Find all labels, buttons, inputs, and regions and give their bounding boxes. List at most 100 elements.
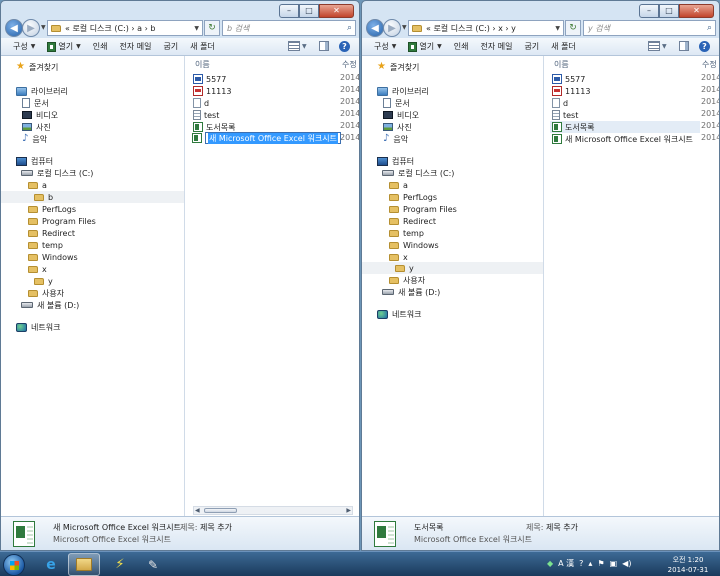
- nav-network[interactable]: 네트워크: [377, 308, 421, 320]
- close-button[interactable]: ✕: [679, 4, 714, 18]
- scroll-left-icon[interactable]: ◀: [195, 507, 200, 514]
- nav-documents[interactable]: 문서: [22, 97, 49, 109]
- nav-folder-temp[interactable]: temp: [28, 239, 63, 251]
- back-button[interactable]: ◀: [5, 19, 23, 37]
- details-title[interactable]: 제목: 제목 추가: [180, 522, 232, 533]
- nav-folder-redirect[interactable]: Redirect: [389, 215, 436, 227]
- nav-new-volume[interactable]: 새 볼륨 (D:): [382, 286, 440, 298]
- address-dropdown-icon[interactable]: ▼: [194, 25, 199, 32]
- taskbar-internet-explorer[interactable]: e: [35, 553, 67, 576]
- volume-icon[interactable]: ◀): [622, 559, 631, 568]
- nav-network[interactable]: 네트워크: [16, 321, 60, 333]
- nav-folder-x[interactable]: x: [28, 263, 47, 275]
- file-row-d[interactable]: d: [193, 97, 209, 109]
- nav-computer[interactable]: 컴퓨터: [16, 155, 53, 167]
- nav-libraries[interactable]: 라이브러리: [377, 85, 429, 97]
- minimize-button[interactable]: –: [279, 4, 299, 18]
- nav-computer[interactable]: 컴퓨터: [377, 155, 414, 167]
- help-button[interactable]: ?: [339, 41, 350, 52]
- print-button[interactable]: 인쇄: [93, 41, 108, 52]
- nav-folder-users[interactable]: 사용자: [28, 287, 64, 299]
- organize-button[interactable]: 구성 ▼: [374, 41, 396, 52]
- search-input[interactable]: y 검색 ⌕: [583, 20, 716, 36]
- taskbar-clock[interactable]: 오전 1:20 2014-07-31: [660, 555, 716, 575]
- column-name[interactable]: 이름: [554, 59, 569, 70]
- nav-folder-users[interactable]: 사용자: [389, 274, 425, 286]
- nav-new-volume[interactable]: 새 볼륨 (D:): [21, 299, 79, 311]
- close-button[interactable]: ✕: [319, 4, 354, 18]
- file-row-new-excel-renaming[interactable]: 새 Microsoft Office Excel 워크시트: [192, 132, 341, 144]
- flag-icon[interactable]: ⚑: [597, 559, 604, 568]
- new-folder-button[interactable]: 새 폴더: [190, 41, 215, 52]
- nav-music[interactable]: ♪ 음악: [22, 133, 47, 145]
- details-title[interactable]: 제목: 제목 추가: [526, 522, 578, 533]
- search-icon[interactable]: ⌕: [347, 23, 352, 33]
- nav-videos[interactable]: 비디오: [22, 109, 58, 121]
- nav-folder-a[interactable]: a: [389, 179, 408, 191]
- taskbar-app-paint[interactable]: ✎: [137, 553, 169, 576]
- nav-favorites[interactable]: ★ 즐겨찾기: [377, 61, 419, 73]
- search-input[interactable]: b 검색 ⌕: [222, 20, 356, 36]
- nav-folder-windows[interactable]: Windows: [28, 251, 78, 263]
- back-button[interactable]: ◀: [366, 19, 384, 37]
- organize-button[interactable]: 구성 ▼: [13, 41, 35, 52]
- nav-folder-a[interactable]: a: [28, 179, 47, 191]
- minimize-button[interactable]: –: [639, 4, 659, 18]
- start-button[interactable]: [3, 554, 25, 576]
- file-row-11113[interactable]: 11113: [193, 85, 231, 97]
- view-options-button[interactable]: ▼: [648, 41, 667, 51]
- nav-folder-program-files[interactable]: Program Files: [28, 215, 96, 227]
- preview-pane-button[interactable]: [679, 41, 689, 51]
- file-row-5577[interactable]: 5577: [552, 73, 585, 85]
- file-row-d[interactable]: d: [552, 97, 568, 109]
- nav-folder-windows[interactable]: Windows: [389, 239, 439, 251]
- nav-music[interactable]: ♪ 음악: [383, 133, 408, 145]
- email-button[interactable]: 전자 메일: [119, 41, 151, 52]
- file-row-test[interactable]: test: [193, 109, 219, 121]
- address-dropdown-icon[interactable]: ▼: [555, 25, 560, 32]
- scroll-thumb[interactable]: [204, 508, 237, 513]
- burn-button[interactable]: 굽기: [524, 41, 539, 52]
- nav-folder-perflogs[interactable]: PerfLogs: [28, 203, 76, 215]
- burn-button[interactable]: 굽기: [163, 41, 178, 52]
- breadcrumb[interactable]: « 로컬 디스크 (C:) › x › y: [426, 23, 516, 34]
- recent-pages-dropdown-icon[interactable]: ▼: [402, 24, 407, 31]
- address-bar[interactable]: « 로컬 디스크 (C:) › a › b ▼: [47, 20, 203, 36]
- horizontal-scrollbar[interactable]: ◀ ▶: [193, 506, 353, 515]
- column-modified[interactable]: 수정: [702, 59, 717, 70]
- nav-folder-b[interactable]: b: [1, 191, 184, 203]
- nav-folder-program-files[interactable]: Program Files: [389, 203, 457, 215]
- help-icon[interactable]: ?: [579, 559, 583, 568]
- help-button[interactable]: ?: [699, 41, 710, 52]
- nav-folder-redirect[interactable]: Redirect: [28, 227, 75, 239]
- taskbar-app-tool[interactable]: ⚡: [104, 553, 136, 576]
- forward-button[interactable]: ▶: [383, 19, 401, 37]
- nav-videos[interactable]: 비디오: [383, 109, 419, 121]
- search-icon[interactable]: ⌕: [707, 23, 712, 33]
- open-button[interactable]: 열기 ▼: [408, 41, 442, 52]
- file-row-new-excel[interactable]: 새 Microsoft Office Excel 워크시트: [552, 133, 693, 145]
- nav-libraries[interactable]: 라이브러리: [16, 85, 68, 97]
- ime-indicator[interactable]: A 漢: [558, 558, 574, 569]
- refresh-button[interactable]: ↻: [204, 20, 220, 36]
- column-name[interactable]: 이름: [195, 59, 210, 70]
- network-tray-icon[interactable]: ▣: [610, 559, 618, 568]
- nav-pictures[interactable]: 사진: [383, 121, 412, 133]
- nav-folder-temp[interactable]: temp: [389, 227, 424, 239]
- nav-folder-perflogs[interactable]: PerfLogs: [389, 191, 437, 203]
- address-bar[interactable]: « 로컬 디스크 (C:) › x › y ▼: [408, 20, 564, 36]
- print-button[interactable]: 인쇄: [454, 41, 469, 52]
- maximize-button[interactable]: □: [299, 4, 319, 18]
- file-row-test[interactable]: test: [552, 109, 578, 121]
- breadcrumb[interactable]: « 로컬 디스크 (C:) › a › b: [65, 23, 155, 34]
- chevron-up-icon[interactable]: ▴: [588, 559, 592, 568]
- file-row-booklist[interactable]: 도서목록: [550, 121, 700, 133]
- nav-local-disk[interactable]: 로컬 디스크 (C:): [21, 167, 93, 179]
- column-modified[interactable]: 수정: [342, 59, 357, 70]
- file-row-11113[interactable]: 11113: [552, 85, 590, 97]
- maximize-button[interactable]: □: [659, 4, 679, 18]
- nav-folder-y[interactable]: y: [362, 262, 543, 274]
- language-bar-icon[interactable]: ◆: [547, 559, 553, 568]
- preview-pane-button[interactable]: [319, 41, 329, 51]
- scroll-right-icon[interactable]: ▶: [346, 507, 351, 514]
